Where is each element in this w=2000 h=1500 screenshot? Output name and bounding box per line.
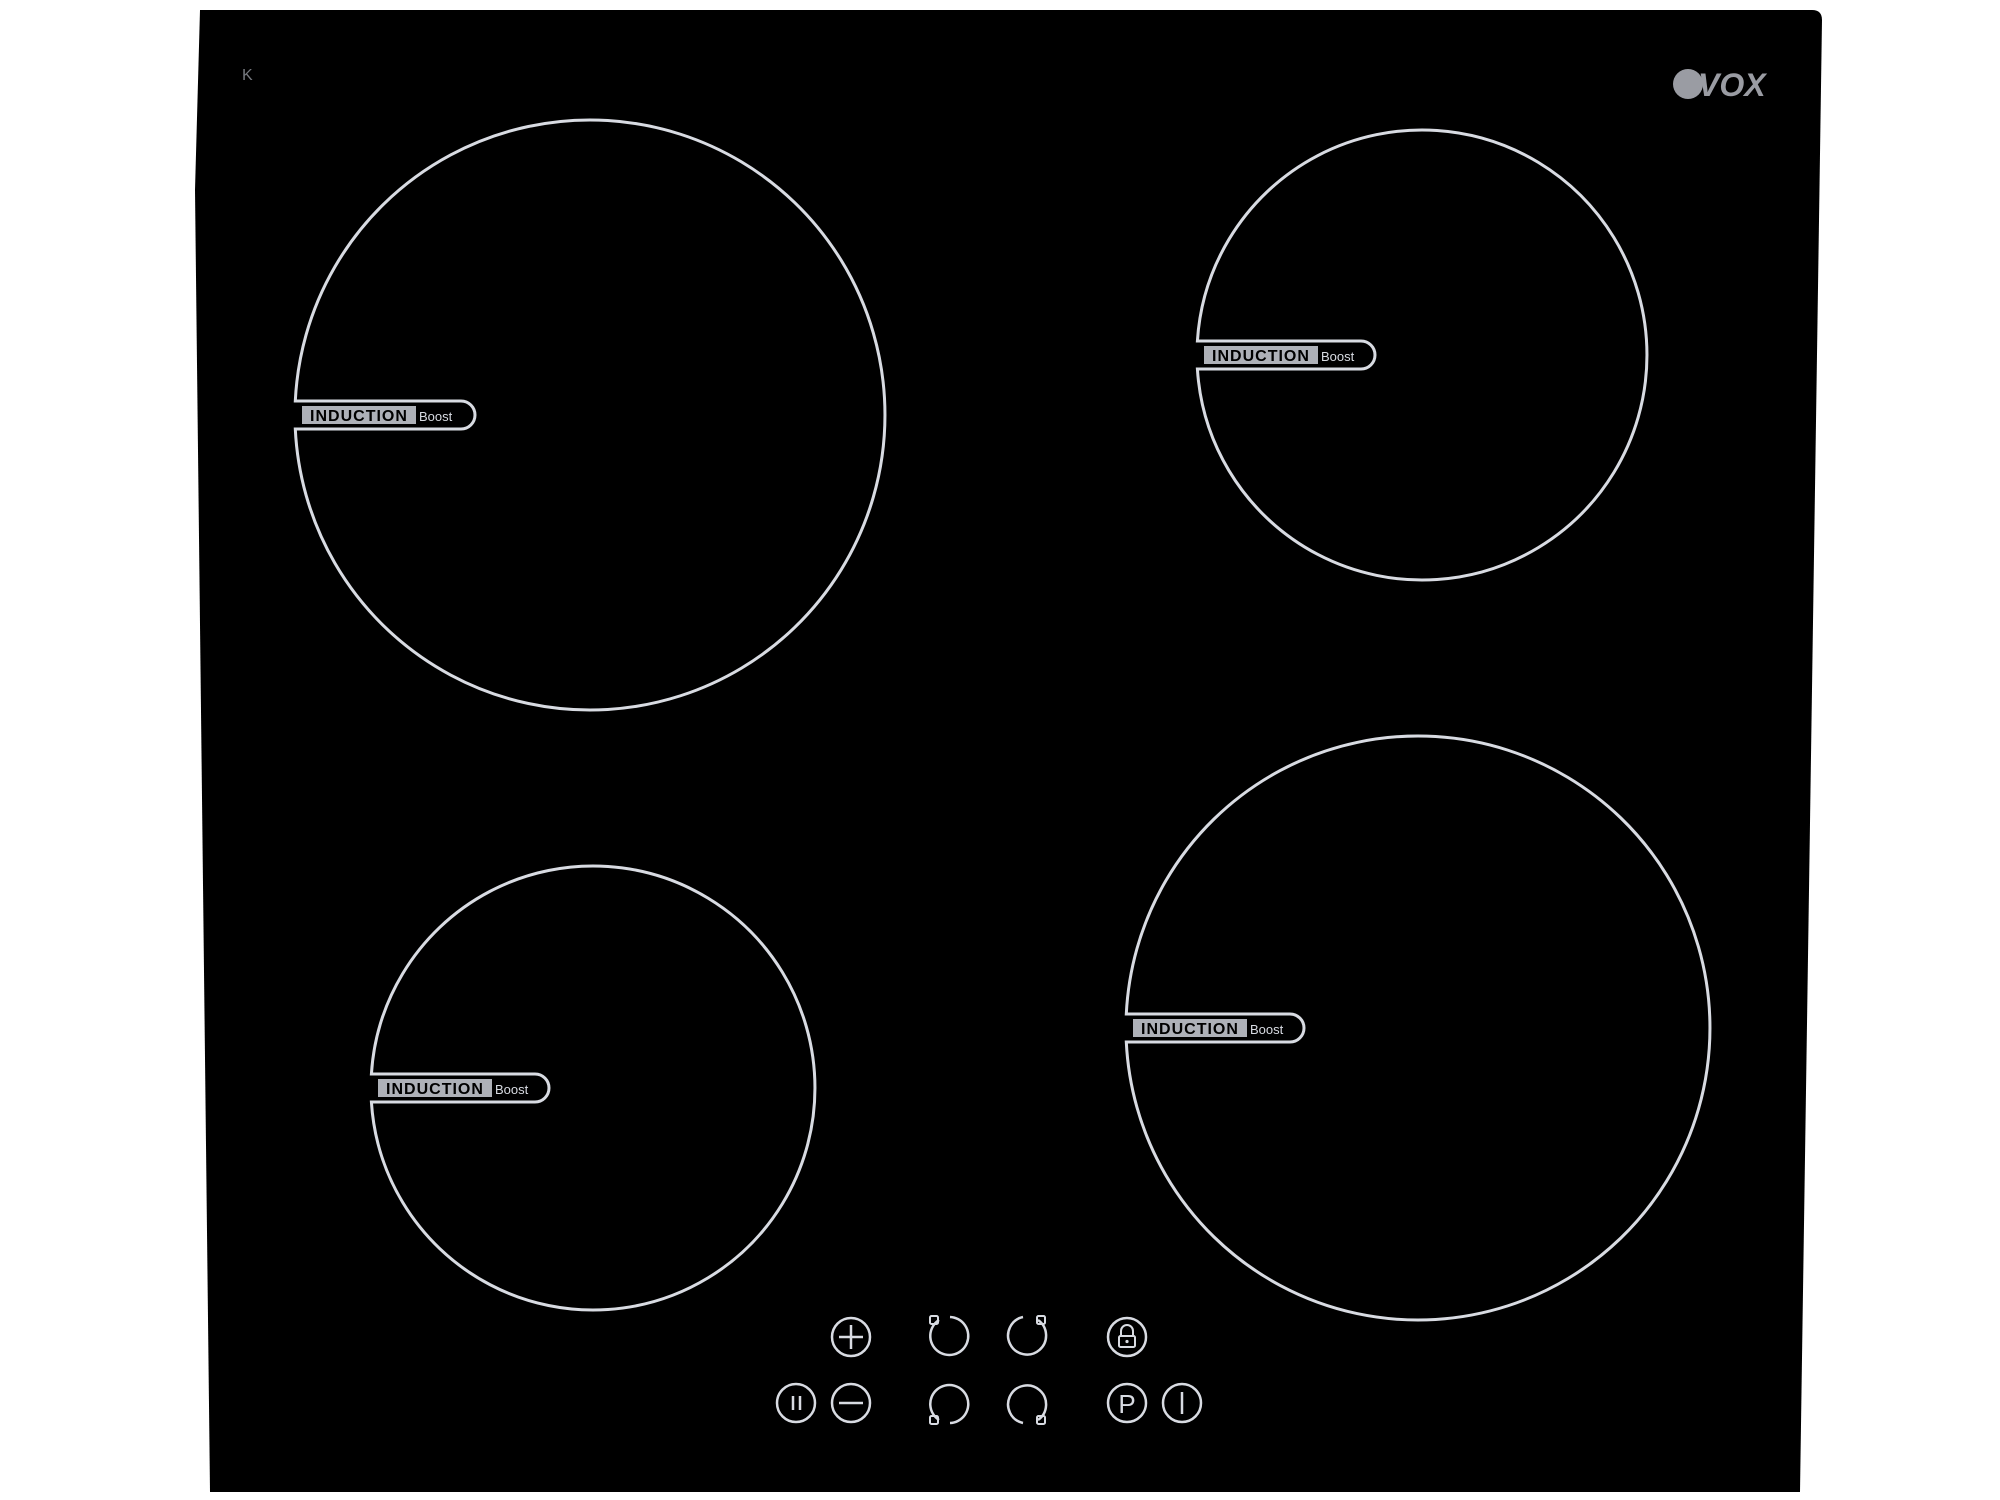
zone-label: INDUCTION <box>386 1081 484 1098</box>
zone-label: INDUCTION <box>310 408 408 425</box>
glass-panel <box>195 10 1822 1492</box>
zone-label: INDUCTION <box>1212 348 1310 365</box>
p-icon: P <box>1118 1389 1135 1419</box>
zone-boost-label: Boost <box>495 1082 529 1097</box>
induction-hob: K VOX INDUCTION Boost INDUCTION Boost INDUCT… <box>195 10 1822 1492</box>
brand-logo: VOX <box>1673 67 1767 103</box>
zone-boost-label: Boost <box>1321 349 1355 364</box>
zone-boost-label: Boost <box>1250 1022 1284 1037</box>
zone-label: INDUCTION <box>1141 1021 1239 1038</box>
brand-name: VOX <box>1698 67 1767 103</box>
corner-mark: K <box>242 67 253 84</box>
zone-boost-label: Boost <box>419 409 453 424</box>
